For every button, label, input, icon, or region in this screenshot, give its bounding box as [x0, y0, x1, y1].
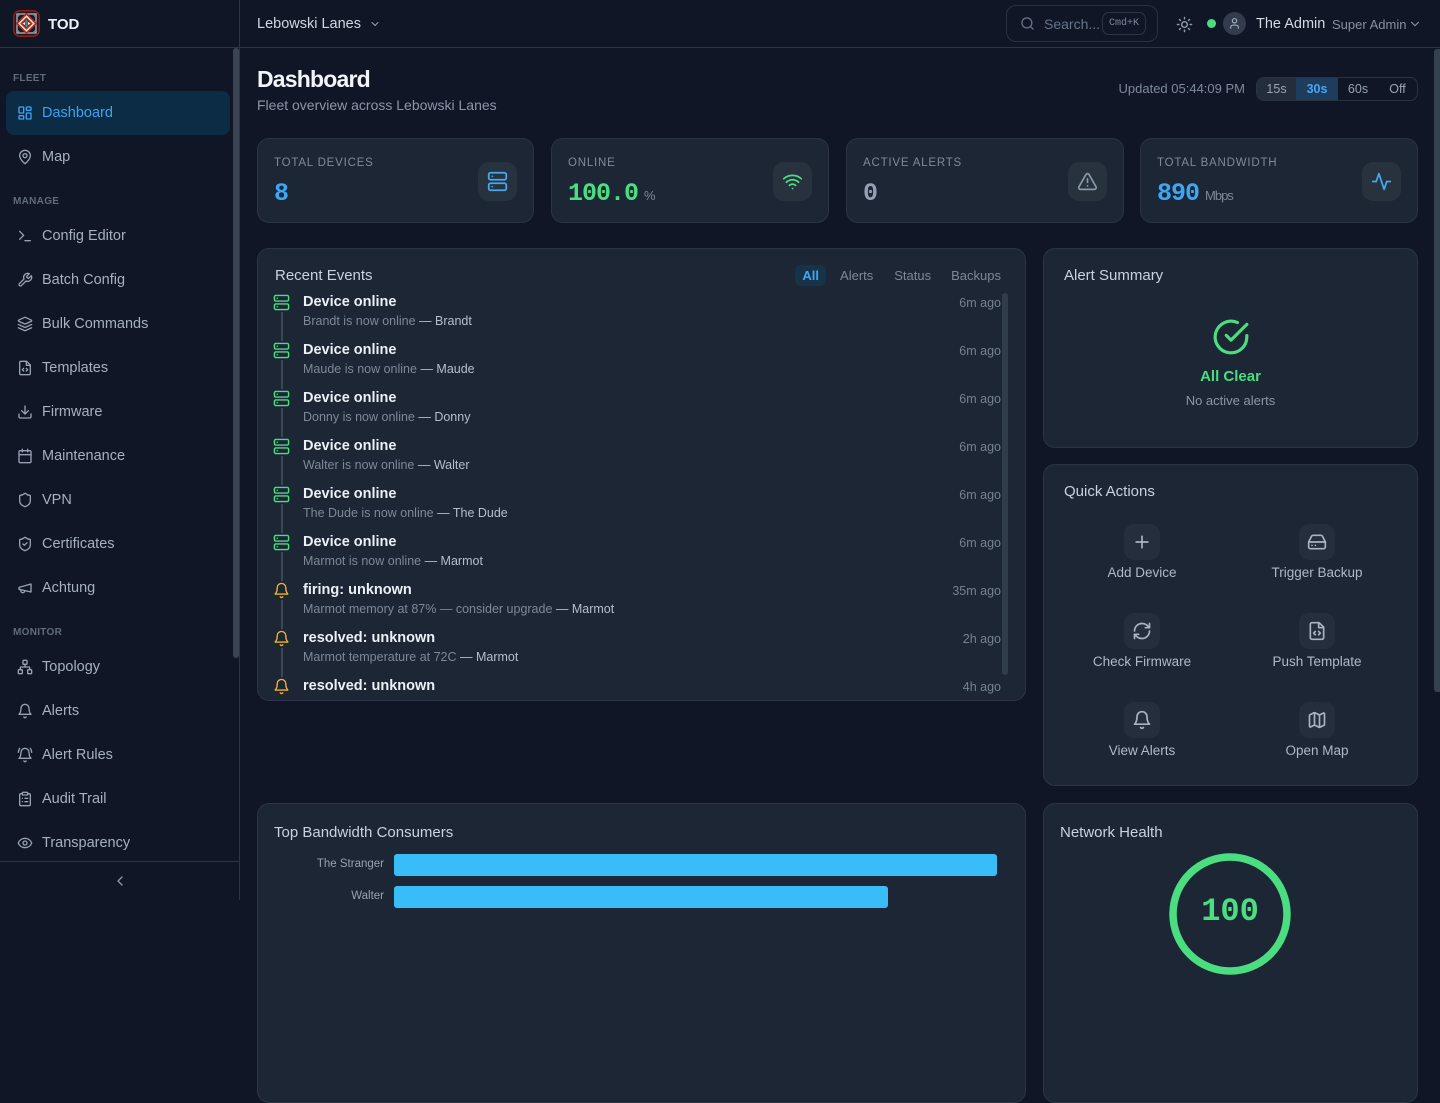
svg-text:100: 100 [1201, 893, 1259, 930]
